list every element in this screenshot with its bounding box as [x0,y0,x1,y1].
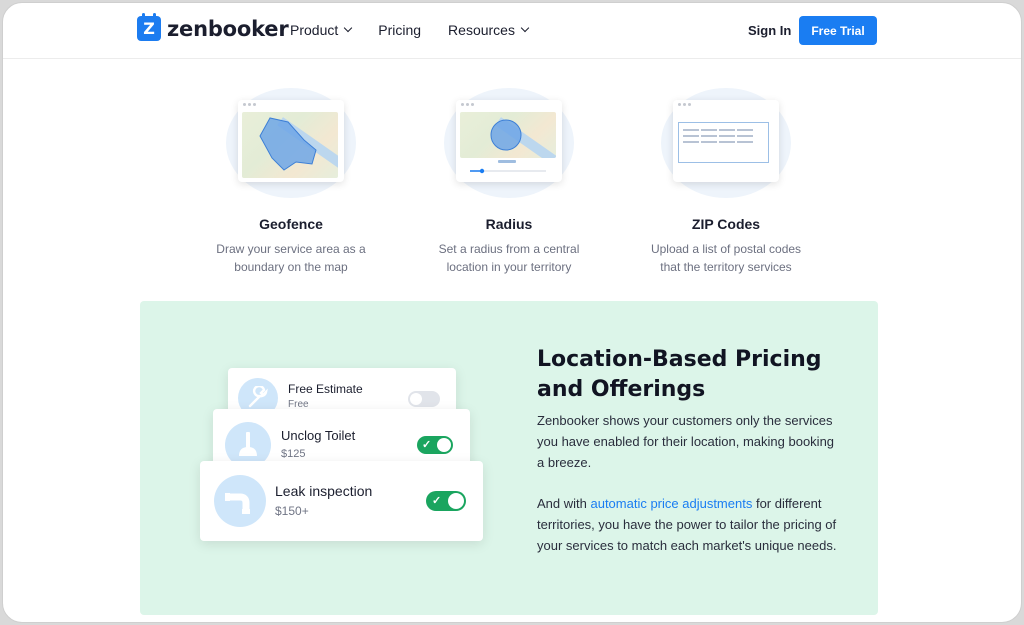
menu-product-label: Product [290,22,339,38]
feature-description: Upload a list of postal codes that the t… [650,242,802,274]
logo[interactable]: Z zenbooker [137,13,289,41]
menu-product[interactable]: Product [290,22,353,38]
feature-radius: Radius Set a radius from a central locat… [399,88,619,276]
map-window [456,100,562,182]
feature-geofence: Geofence Draw your service area as a bou… [181,88,401,276]
zip-list-icon [678,122,769,163]
page-frame: Z zenbooker Product Pricing Resources Si… [2,2,1022,623]
logo-calendar-icon: Z [137,13,161,41]
map-thumbnail [460,112,556,158]
location-pricing-section: Free Estimate Free Unclog Toilet $125 ✓ … [140,301,878,615]
geofence-polygon-icon [259,117,317,171]
feature-zip-codes: ZIP Codes Upload a list of postal codes … [616,88,836,276]
free-trial-button[interactable]: Free Trial [799,16,877,45]
chevron-down-icon [344,23,353,33]
service-toggle[interactable] [408,391,440,407]
sign-in-link[interactable]: Sign In [748,23,791,38]
service-name: Unclog Toilet [281,428,356,443]
section-heading: Location-Based Pricing and Offerings [537,347,822,402]
feature-title: Radius [485,216,533,232]
section-paragraph-1: Zenbooker shows your customers only the … [537,413,835,470]
feature-description: Draw your service area as a boundary on … [216,242,366,274]
zip-list-window [673,100,779,182]
service-name: Free Estimate [288,382,363,396]
chevron-down-icon [520,23,530,33]
price-adjustments-link[interactable]: automatic price adjustments [590,496,752,511]
menu-pricing-label: Pricing [378,22,422,38]
radius-circle-icon [490,119,522,151]
service-card-leak-inspection: Leak inspection $150+ ✓ [200,461,483,541]
section-paragraph-2: And with automatic price adjustments for… [537,496,837,553]
service-toggle[interactable]: ✓ [417,436,453,454]
service-price: $125 [281,448,306,460]
feature-title: Geofence [259,216,323,232]
radius-illustration [399,88,619,198]
service-name: Leak inspection [275,483,373,499]
main-menu: Product Pricing Resources [290,22,555,38]
feature-title: ZIP Codes [691,216,761,232]
logo-text: zenbooker [167,16,289,41]
service-price: $150+ [275,504,309,518]
menu-resources[interactable]: Resources [448,22,530,38]
top-nav: Z zenbooker Product Pricing Resources Si… [3,3,1021,59]
map-thumbnail [242,112,338,178]
zip-codes-illustration [616,88,836,198]
radius-slider-icon [470,160,546,174]
geofence-illustration [181,88,401,198]
menu-pricing[interactable]: Pricing [378,22,421,38]
pipe-icon [214,475,266,527]
service-toggle[interactable]: ✓ [426,491,466,511]
menu-resources-label: Resources [448,22,515,38]
map-window [238,100,344,182]
feature-description: Set a radius from a central location in … [438,242,580,274]
